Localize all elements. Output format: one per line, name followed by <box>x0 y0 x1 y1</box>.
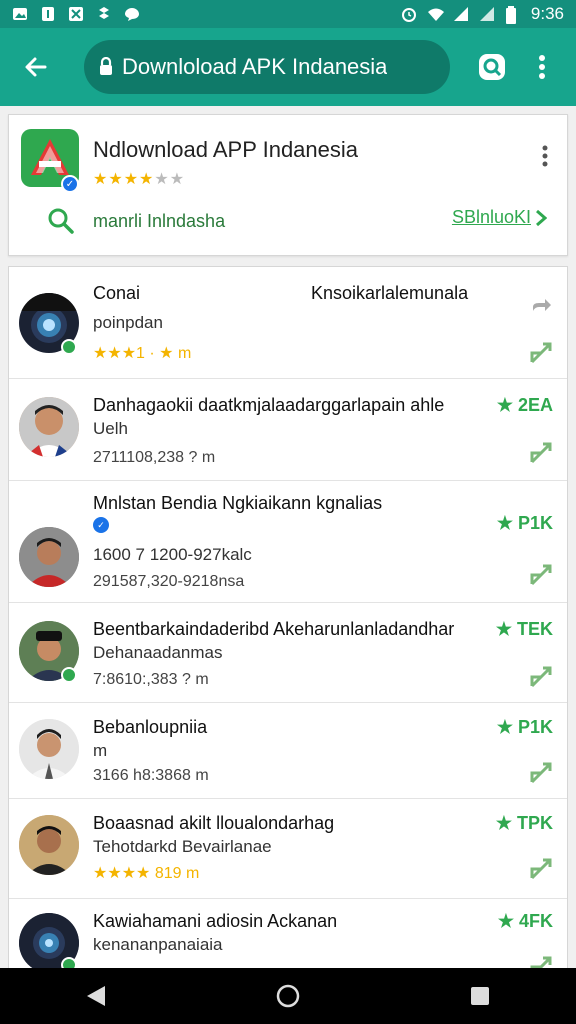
search-icon <box>479 54 505 80</box>
nav-back-button[interactable] <box>66 968 126 1024</box>
row-meta: 7:8610:,383 ? m <box>93 671 209 688</box>
circle-home-icon <box>276 984 300 1008</box>
alarm-icon <box>401 6 417 22</box>
chat-icon <box>124 6 140 22</box>
status-time: 9:36 <box>530 4 564 23</box>
install-icon[interactable] <box>529 341 553 365</box>
gallery-icon <box>68 6 84 22</box>
list-item[interactable]: Danhagaokii daatkmjalaadarggarlapain ahl… <box>9 379 567 481</box>
image-icon <box>12 6 28 22</box>
app-bar: Downloload APK Indanesia <box>0 28 576 106</box>
overflow-menu-button[interactable] <box>528 47 556 87</box>
list-item[interactable]: Boaasnad akilt lloualondarhag Tehotdarkd… <box>9 799 567 899</box>
row-meta: ★★★★ 819 m <box>93 865 200 882</box>
see-all-link[interactable]: SBlnluoKI <box>452 207 547 228</box>
list-item[interactable]: Bebanloupniia m 3166 h8:3868 m ★ P1K <box>9 703 567 799</box>
app-header-card: ✓ Ndlownload APP Indanesia ★★★★★★ manrli… <box>8 114 568 256</box>
page-title: Ndlownload APP Indanesia <box>93 137 359 162</box>
nav-recents-button[interactable] <box>450 968 510 1024</box>
row-title: Conai <box>93 283 141 303</box>
square-recents-icon <box>471 987 489 1005</box>
nav-home-button[interactable] <box>258 968 318 1024</box>
row-subtitle: kenananpanaiaia <box>93 935 223 954</box>
row-meta: 2711108,238 ? m <box>93 449 216 466</box>
notification-icon <box>40 6 56 22</box>
row-stat: ★ P1K <box>496 717 553 737</box>
avatar <box>19 815 79 875</box>
row-title: Beentbarkaindaderibd Akeharunlanladandha… <box>93 619 455 639</box>
chevron-right-icon <box>536 209 547 226</box>
more-vert-icon <box>542 145 548 167</box>
see-all-label: SBlnluoKI <box>451 207 531 227</box>
row-stat: ★ 2EA <box>496 395 553 415</box>
verified-badge-icon: ✓ <box>61 175 79 193</box>
row-stat: ★ TPK <box>495 813 553 833</box>
avatar <box>19 527 79 587</box>
row-title: Kawiahamani adiosin Ackanan <box>93 911 338 931</box>
row-title: Mnlstan Bendia Ngkiaikann kgnalias <box>93 493 383 513</box>
header-more-button[interactable] <box>535 141 555 171</box>
row-subtitle: 1600 7 1200-927kalc <box>93 545 252 564</box>
search-label: manrli Inlndasha <box>93 211 226 231</box>
avatar <box>19 397 79 457</box>
row-meta: 3166 h8:3868 m <box>93 767 209 784</box>
install-icon[interactable] <box>529 857 553 881</box>
row-subtitle: poinpdan <box>93 313 163 332</box>
row-subtitle: Tehotdarkd Bevairlanae <box>93 837 272 856</box>
list-item[interactable]: Beentbarkaindaderibd Akeharunlanladandha… <box>9 603 567 703</box>
signal-icon-2 <box>479 6 495 22</box>
list-item[interactable]: Kawiahamani adiosin Ackanan kenananpanai… <box>9 899 567 969</box>
verified-badge-icon: ✓ <box>93 517 109 533</box>
back-button[interactable] <box>14 45 58 89</box>
row-meta: ★★★1 · ★ m <box>93 345 192 362</box>
install-icon[interactable] <box>529 441 553 465</box>
row-title: Boaasnad akilt lloualondarhag <box>93 813 335 833</box>
system-nav-bar <box>0 968 576 1024</box>
status-badge <box>61 667 77 683</box>
row-subtitle: Dehanaadanmas <box>93 643 223 662</box>
row-stat: ★ 4FK <box>497 911 553 931</box>
row-meta: 291587,320-9218nsa <box>93 573 245 590</box>
more-vert-icon <box>539 55 545 79</box>
row-title-right: Knsoikarlalemunala <box>311 283 469 303</box>
lock-icon <box>100 57 112 75</box>
url-text: Downloload APK Indanesia <box>122 54 388 79</box>
url-bar[interactable]: Downloload APK Indanesia <box>84 40 450 94</box>
install-icon[interactable] <box>529 665 553 689</box>
row-title: Danhagaokii daatkmjalaadarggarlapain ahl… <box>93 395 445 415</box>
row-stat: ★ TEK <box>495 619 553 639</box>
header-rating: ★★★★★★ <box>93 171 186 188</box>
row-subtitle: m <box>93 741 108 760</box>
install-icon[interactable] <box>529 563 553 587</box>
battery-icon <box>505 6 521 24</box>
row-stat: ★ P1K <box>496 513 553 533</box>
avatar <box>19 719 79 779</box>
arrow-left-icon <box>25 57 47 77</box>
signal-icon <box>453 6 469 22</box>
search-icon <box>47 207 75 240</box>
install-icon[interactable] <box>529 761 553 785</box>
wifi-icon <box>427 6 444 22</box>
list-item[interactable]: Mnlstan Bendia Ngkiaikann kgnalias ✓ 160… <box>9 481 567 603</box>
status-badge <box>61 339 77 355</box>
status-right-icons: 9:36 <box>401 4 564 24</box>
status-bar: 9:36 <box>0 0 576 28</box>
share-icon[interactable] <box>529 293 553 317</box>
row-title: Bebanloupniia <box>93 717 208 737</box>
results-list: Conai Knsoikarlalemunala poinpdan ★★★1 ·… <box>8 266 568 970</box>
row-subtitle: Uelh <box>93 419 128 438</box>
search-button[interactable] <box>472 47 512 87</box>
status-left-icons <box>12 6 140 22</box>
list-item[interactable]: Conai Knsoikarlalemunala poinpdan ★★★1 ·… <box>9 267 567 379</box>
triangle-back-icon <box>87 986 105 1006</box>
dropbox-icon <box>96 6 112 22</box>
